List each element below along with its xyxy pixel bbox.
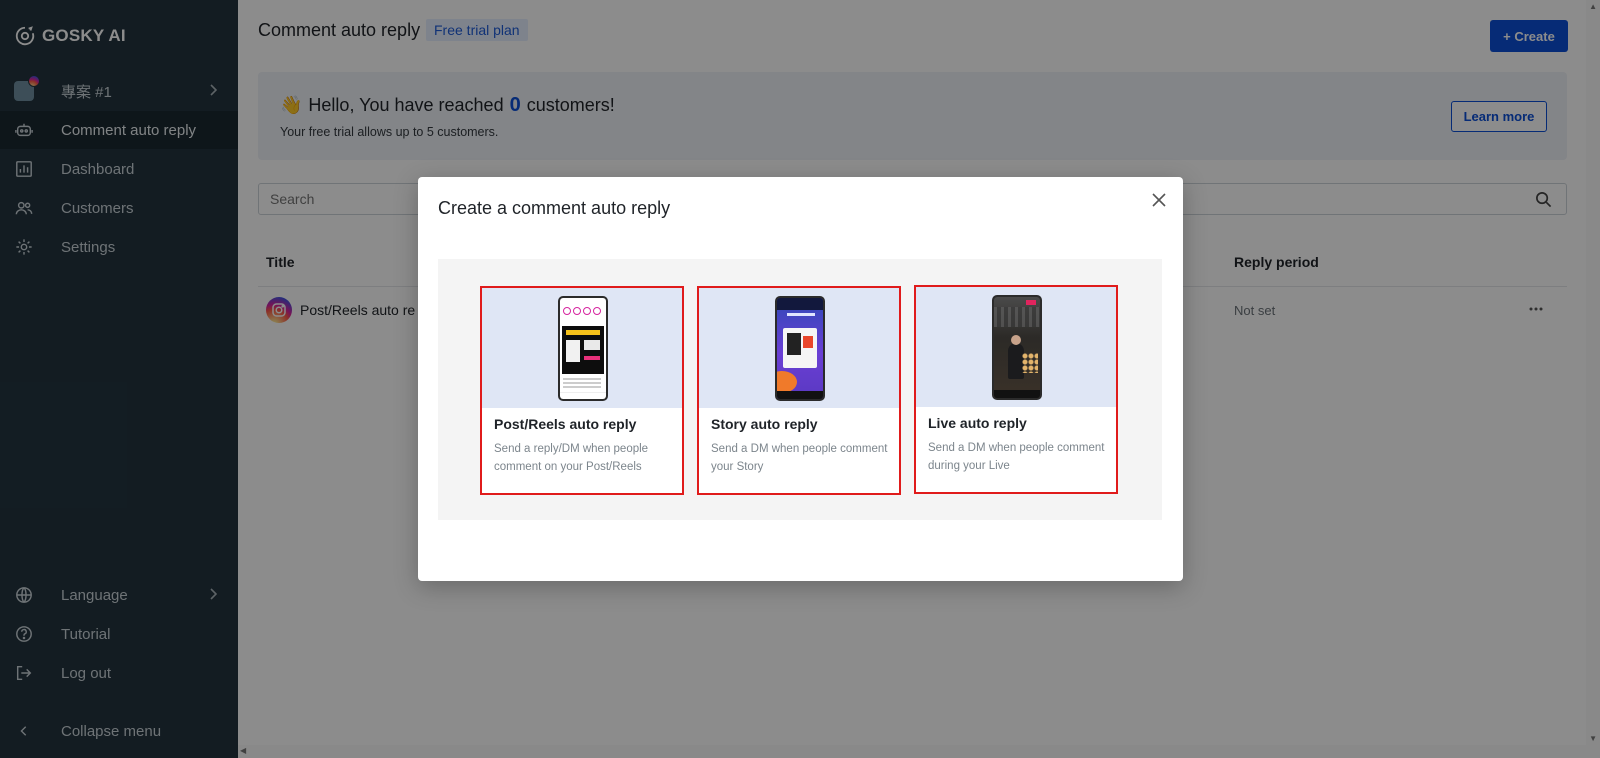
live-screen <box>994 297 1040 398</box>
card-thumbnail <box>482 288 682 408</box>
phone-preview-story <box>775 296 825 401</box>
caption-lines <box>563 378 601 380</box>
story-rings <box>563 307 601 315</box>
card-description: Send a reply/DM when people comment on y… <box>494 443 649 473</box>
card-live[interactable]: Live auto reply Send a DM when people co… <box>914 285 1118 494</box>
tab-bar <box>560 392 606 399</box>
card-title: Post/Reels auto reply <box>494 416 637 432</box>
post-screen <box>560 298 606 399</box>
post-image <box>562 326 604 374</box>
story-screen <box>777 298 823 399</box>
card-thumbnail <box>699 288 899 408</box>
close-icon[interactable] <box>1151 192 1167 208</box>
card-description: Send a DM when people comment your Story <box>711 443 888 473</box>
card-title: Live auto reply <box>928 415 1027 431</box>
card-thumbnail <box>916 287 1116 407</box>
card-post-reels[interactable]: Post/Reels auto reply Send a reply/DM wh… <box>480 286 684 495</box>
phone-preview-post <box>558 296 608 401</box>
card-title: Story auto reply <box>711 416 818 432</box>
modal-title: Create a comment auto reply <box>438 198 671 218</box>
create-auto-reply-modal: Create a comment auto reply Post/Reels a… <box>418 177 1183 581</box>
card-description: Send a DM when people comment during you… <box>928 442 1105 472</box>
modal-options-area: Post/Reels auto reply Send a reply/DM wh… <box>438 259 1162 520</box>
card-story[interactable]: Story auto reply Send a DM when people c… <box>697 286 901 495</box>
phone-preview-live <box>992 295 1042 400</box>
